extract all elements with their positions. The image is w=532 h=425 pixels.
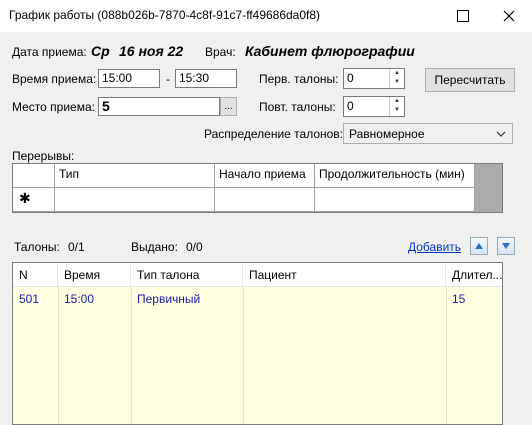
place-label: Место приема: bbox=[12, 100, 95, 114]
breaks-col-type[interactable]: Тип bbox=[55, 164, 215, 188]
time-label: Время приема: bbox=[12, 72, 97, 86]
repeat-tickets-arrows[interactable]: ▲ ▼ bbox=[389, 97, 404, 116]
breaks-label: Перерывы: bbox=[12, 149, 75, 163]
close-icon bbox=[503, 10, 515, 22]
column-divider bbox=[243, 287, 244, 424]
repeat-tickets-spinner[interactable]: 0 ▲ ▼ bbox=[343, 96, 405, 117]
date-value: 16 ноя 22 bbox=[119, 43, 184, 59]
spin-up-icon[interactable]: ▲ bbox=[390, 97, 404, 106]
close-button[interactable] bbox=[486, 0, 532, 32]
time-dash: - bbox=[166, 72, 170, 86]
list-col-patient[interactable]: Пациент bbox=[243, 263, 446, 287]
time-from-input[interactable]: 15:00 bbox=[98, 69, 160, 88]
column-divider bbox=[58, 287, 59, 424]
first-tickets-label: Перв. талоны: bbox=[259, 72, 339, 86]
tickets-count-value: 0/1 bbox=[68, 240, 85, 254]
move-down-button[interactable] bbox=[497, 237, 515, 255]
distribution-select[interactable]: Равномерное bbox=[343, 123, 513, 144]
window-title: График работы (088b026b-7870-4c8f-91c7-f… bbox=[9, 8, 321, 22]
breaks-new-duration-cell[interactable] bbox=[315, 188, 475, 212]
breaks-col-start[interactable]: Начало приема bbox=[215, 164, 315, 188]
recalculate-button[interactable]: Пересчитать bbox=[425, 68, 515, 92]
arrow-up-icon bbox=[475, 243, 483, 249]
issued-value: 0/0 bbox=[186, 240, 203, 254]
row-type: Первичный bbox=[137, 292, 201, 306]
row-time: 15:00 bbox=[64, 292, 95, 306]
first-tickets-value: 0 bbox=[347, 71, 354, 85]
list-col-n[interactable]: N bbox=[13, 263, 58, 287]
doctor-label: Врач: bbox=[205, 45, 236, 59]
spin-down-icon[interactable]: ▼ bbox=[390, 106, 404, 115]
date-weekday: Ср bbox=[91, 43, 110, 59]
doctor-value: Кабинет флюрографии bbox=[245, 43, 415, 59]
breaks-row-header-corner bbox=[13, 164, 55, 188]
issued-label: Выдано: bbox=[131, 240, 178, 254]
first-tickets-spinner[interactable]: 0 ▲ ▼ bbox=[343, 68, 405, 89]
maximize-button[interactable] bbox=[440, 0, 486, 32]
row-duration: 15 bbox=[452, 292, 466, 306]
move-up-button[interactable] bbox=[470, 237, 488, 255]
time-to-input[interactable]: 15:30 bbox=[175, 69, 237, 88]
list-col-time[interactable]: Время bbox=[58, 263, 131, 287]
spin-up-icon[interactable]: ▲ bbox=[390, 69, 404, 78]
distribution-label: Распределение талонов: bbox=[204, 127, 344, 141]
distribution-value: Равномерное bbox=[349, 127, 425, 141]
place-input[interactable]: 5 bbox=[98, 97, 220, 116]
date-label: Дата приема: bbox=[12, 45, 87, 59]
add-ticket-link[interactable]: Добавить bbox=[408, 240, 461, 254]
repeat-tickets-label: Повт. талоны: bbox=[259, 100, 336, 114]
arrow-down-icon bbox=[502, 243, 510, 249]
title-bar: График работы (088b026b-7870-4c8f-91c7-f… bbox=[0, 0, 532, 32]
chevron-down-icon bbox=[496, 131, 506, 137]
breaks-new-type-cell[interactable] bbox=[55, 188, 215, 212]
list-col-duration[interactable]: Длител... bbox=[446, 263, 502, 287]
breaks-col-duration[interactable]: Продолжительность (мин) bbox=[315, 164, 475, 188]
tickets-count-label: Талоны: bbox=[14, 240, 60, 254]
row-n: 501 bbox=[19, 292, 40, 306]
list-col-type[interactable]: Тип талона bbox=[131, 263, 243, 287]
row-patient bbox=[243, 287, 255, 307]
maximize-icon bbox=[457, 10, 469, 22]
first-tickets-arrows[interactable]: ▲ ▼ bbox=[389, 69, 404, 88]
breaks-new-start-cell[interactable] bbox=[215, 188, 315, 212]
column-divider bbox=[446, 287, 447, 424]
repeat-tickets-value: 0 bbox=[347, 99, 354, 113]
place-browse-button[interactable]: ... bbox=[220, 97, 237, 116]
column-divider bbox=[131, 287, 132, 424]
spin-down-icon[interactable]: ▼ bbox=[390, 78, 404, 87]
new-row-marker-icon: ✱ bbox=[13, 188, 55, 212]
table-row[interactable]: 501 15:00 Первичный 15 bbox=[13, 287, 502, 307]
tickets-list[interactable]: N Время Тип талона Пациент Длител... 501… bbox=[12, 262, 503, 425]
breaks-grid[interactable]: Тип Начало приема Продолжительность (мин… bbox=[12, 163, 503, 213]
